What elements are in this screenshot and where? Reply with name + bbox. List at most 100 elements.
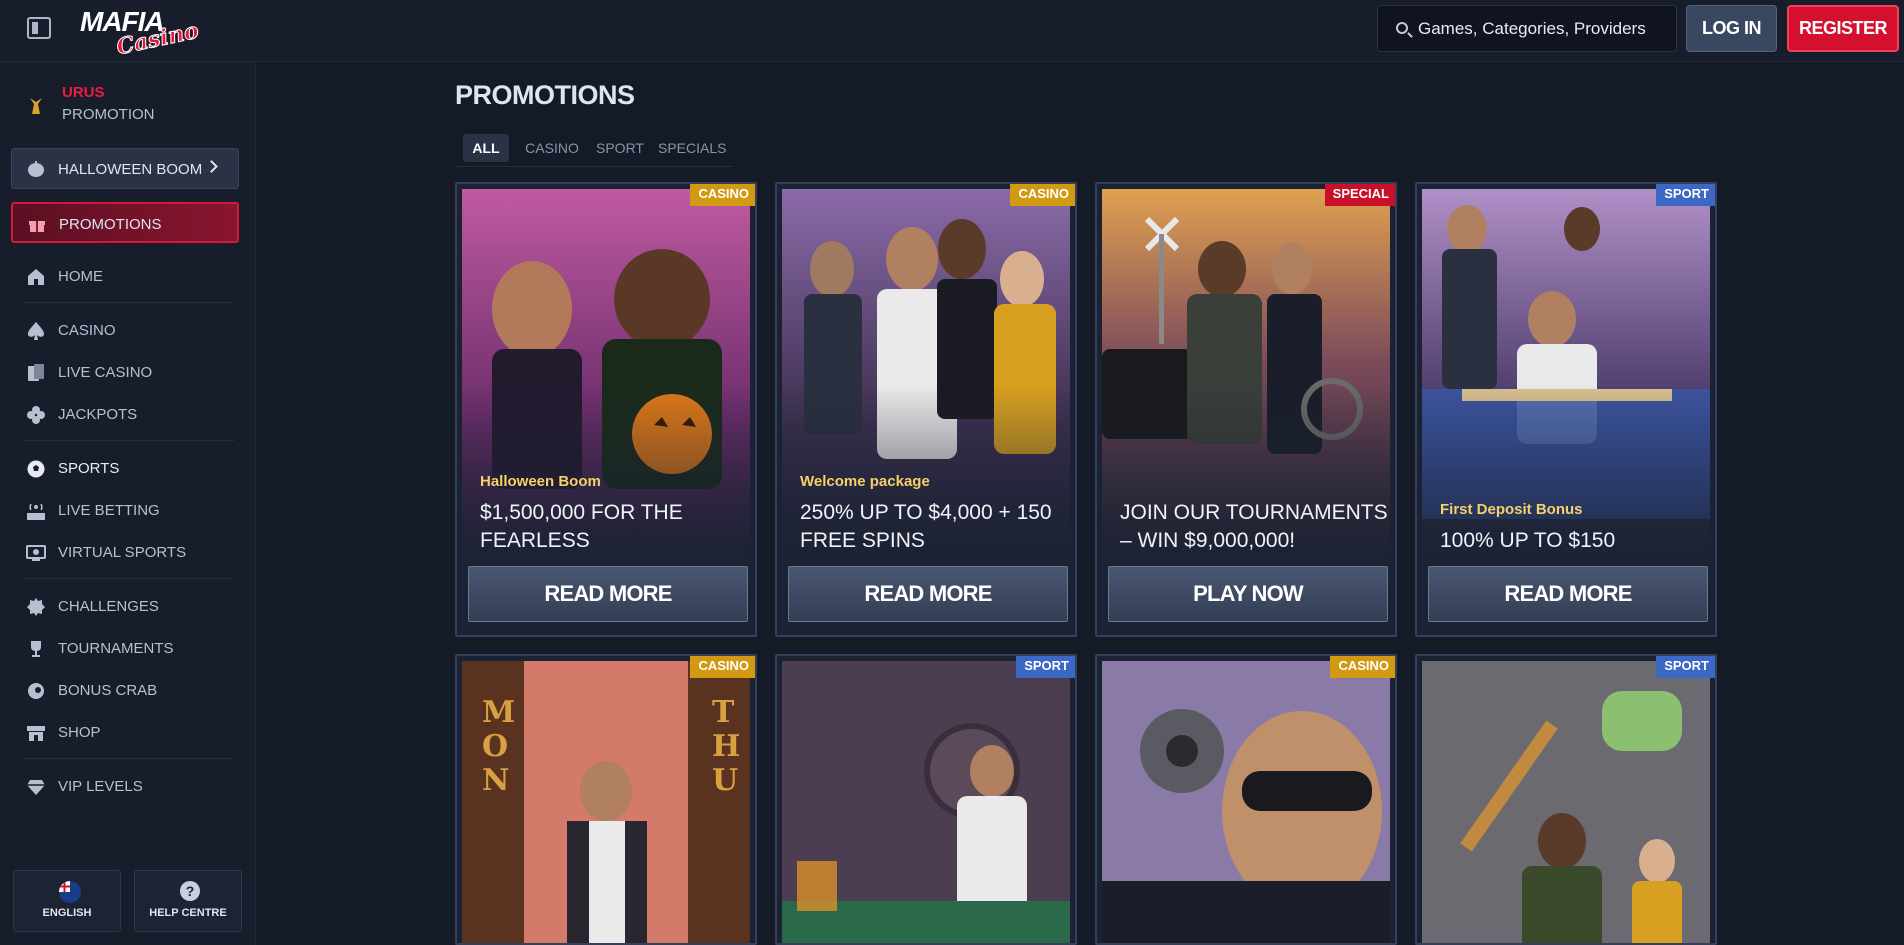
- card-title: $1,500,000 FOR THE FEARLESS: [480, 501, 683, 552]
- language-label: ENGLISH: [42, 907, 92, 919]
- category-badge: CASINO: [1010, 184, 1075, 206]
- tab-all[interactable]: ALL: [463, 134, 509, 162]
- pumpkin-icon: [28, 161, 44, 177]
- live-icon: [27, 503, 45, 520]
- sidebar-item-shop[interactable]: SHOP: [24, 720, 244, 746]
- card-subtitle: First Deposit Bonus: [1440, 501, 1583, 518]
- trophy-icon: [31, 641, 41, 657]
- sidebar-item-live-betting[interactable]: LIVE BETTING: [24, 498, 244, 524]
- promo-card-halloween[interactable]: CASINO Halloween Boom $1,500,000 FOR THE…: [455, 182, 757, 637]
- help-centre-button[interactable]: ? HELP CENTRE: [134, 870, 242, 932]
- soccer-ball-icon: [27, 460, 45, 478]
- sidebar-item-label: TOURNAMENTS: [58, 640, 174, 657]
- promo-card-revolver[interactable]: CASINO: [1095, 654, 1397, 945]
- sidebar-item-tournaments[interactable]: TOURNAMENTS: [24, 636, 244, 662]
- halloween-boom-label: HALLOWEEN BOOM: [58, 161, 203, 178]
- sidebar-item-casino[interactable]: CASINO: [24, 318, 244, 344]
- door-text-right: THU: [712, 695, 741, 798]
- mafia-casino-logo[interactable]: MAFIA Casino: [78, 6, 201, 61]
- language-button[interactable]: ENGLISH: [13, 870, 121, 932]
- virtual-icon: [26, 545, 46, 561]
- read-more-button[interactable]: READ MORE: [788, 566, 1068, 622]
- category-badge: SPORT: [1656, 656, 1715, 678]
- sidebar-item-label: SPORTS: [58, 460, 120, 477]
- sidebar-item-label: CHALLENGES: [58, 598, 159, 615]
- promotion-tabs: ALL CASINO SPORT SPECIALS: [455, 131, 733, 167]
- read-more-button[interactable]: READ MORE: [468, 566, 748, 622]
- sidebar: URUS PROMOTION HALLOWEEN BOOM PROMOTIONS…: [0, 62, 256, 945]
- bull-icon: [30, 98, 42, 114]
- card-subtitle: Welcome package: [800, 473, 930, 490]
- sidebar-item-label: SHOP: [58, 724, 101, 741]
- sidebar-item-label: BONUS CRAB: [58, 682, 158, 699]
- sidebar-item-jackpots[interactable]: JACKPOTS: [24, 402, 244, 428]
- search-icon: [1396, 22, 1408, 34]
- sidebar-toggle-icon[interactable]: [27, 17, 51, 39]
- search-input[interactable]: [1418, 6, 1668, 51]
- card-subtitle: Halloween Boom: [480, 473, 601, 490]
- promo-card-sport-bar[interactable]: SPORT: [775, 654, 1077, 945]
- shop-icon: [27, 726, 45, 741]
- tab-sport[interactable]: SPORT: [595, 134, 645, 162]
- spade-icon: [28, 322, 44, 340]
- tab-casino[interactable]: CASINO: [524, 134, 580, 162]
- home-icon: [28, 269, 44, 285]
- register-button[interactable]: REGISTER: [1787, 5, 1899, 52]
- sidebar-item-label: LIVE BETTING: [58, 502, 160, 519]
- sidebar-divider: [24, 440, 234, 441]
- crab-icon: [28, 683, 44, 699]
- sidebar-item-label: HOME: [58, 268, 103, 285]
- diamond-icon: [27, 780, 45, 795]
- card-title: JOIN OUR TOURNAMENTS – WIN $9,000,000!: [1120, 501, 1388, 552]
- play-now-button[interactable]: PLAY NOW: [1108, 566, 1388, 622]
- sidebar-item-vip-levels[interactable]: VIP LEVELS: [24, 774, 244, 800]
- category-badge: CASINO: [690, 184, 755, 206]
- australia-flag-icon: [59, 881, 81, 903]
- page-title: PROMOTIONS: [455, 80, 635, 110]
- urus-promotion-link[interactable]: URUS PROMOTION: [24, 84, 244, 128]
- sidebar-item-virtual-sports[interactable]: VIRTUAL SPORTS: [24, 540, 244, 566]
- promo-card-baseball-bat[interactable]: SPORT: [1415, 654, 1717, 945]
- sidebar-item-sports[interactable]: SPORTS: [24, 456, 244, 482]
- category-badge: CASINO: [690, 656, 755, 678]
- cards-icon: [28, 364, 44, 381]
- sidebar-item-label: VIP LEVELS: [58, 778, 143, 795]
- promo-art-sport-bar: [782, 661, 1070, 943]
- chevron-right-icon: [205, 160, 218, 173]
- login-button[interactable]: LOG IN: [1686, 5, 1777, 52]
- sidebar-item-label: JACKPOTS: [58, 406, 138, 423]
- sidebar-item-live-casino[interactable]: LIVE CASINO: [24, 360, 244, 386]
- question-mark-icon: ?: [180, 881, 200, 901]
- category-badge: SPORT: [1016, 656, 1075, 678]
- promo-card-first-deposit[interactable]: SPORT First Deposit Bonus 100% UP TO $15…: [1415, 182, 1717, 637]
- sidebar-item-home[interactable]: HOME: [24, 264, 244, 290]
- read-more-button[interactable]: READ MORE: [1428, 566, 1708, 622]
- halloween-boom-button[interactable]: HALLOWEEN BOOM: [11, 148, 239, 189]
- sidebar-divider: [24, 302, 234, 303]
- urus-title: URUS: [62, 84, 105, 101]
- sidebar-item-label: LIVE CASINO: [58, 364, 153, 381]
- promo-card-mon-thu[interactable]: MON THU CASINO: [455, 654, 757, 945]
- category-badge: CASINO: [1330, 656, 1395, 678]
- card-title: 250% UP TO $4,000 + 150 FREE SPINS: [800, 501, 1052, 552]
- urus-subtitle: PROMOTION: [62, 106, 155, 123]
- promo-art-revolver: [1102, 661, 1390, 943]
- door-text-left: MON: [482, 695, 516, 798]
- sidebar-divider: [24, 578, 234, 579]
- sidebar-item-label: VIRTUAL SPORTS: [58, 544, 187, 561]
- sidebar-divider: [24, 758, 234, 759]
- top-bar: MAFIA Casino LOG IN REGISTER: [0, 0, 1904, 62]
- help-centre-label: HELP CENTRE: [149, 907, 227, 919]
- sidebar-item-challenges[interactable]: CHALLENGES: [24, 594, 244, 620]
- promotions-button[interactable]: PROMOTIONS: [11, 202, 239, 243]
- promo-art-baseball-bat: [1422, 661, 1710, 943]
- search-box[interactable]: [1377, 5, 1677, 52]
- sidebar-item-bonus-crab[interactable]: BONUS CRAB: [24, 678, 244, 704]
- tab-specials[interactable]: SPECIALS: [658, 134, 726, 162]
- gift-icon: [29, 221, 45, 232]
- clover-icon: [27, 406, 45, 424]
- promo-card-tournaments[interactable]: SPECIAL JOIN OUR TOURNAMENTS – WIN $9,00…: [1095, 182, 1397, 637]
- promo-card-welcome[interactable]: CASINO Welcome package 250% UP TO $4,000…: [775, 182, 1077, 637]
- badge-icon: [27, 598, 45, 616]
- category-badge: SPECIAL: [1324, 184, 1395, 206]
